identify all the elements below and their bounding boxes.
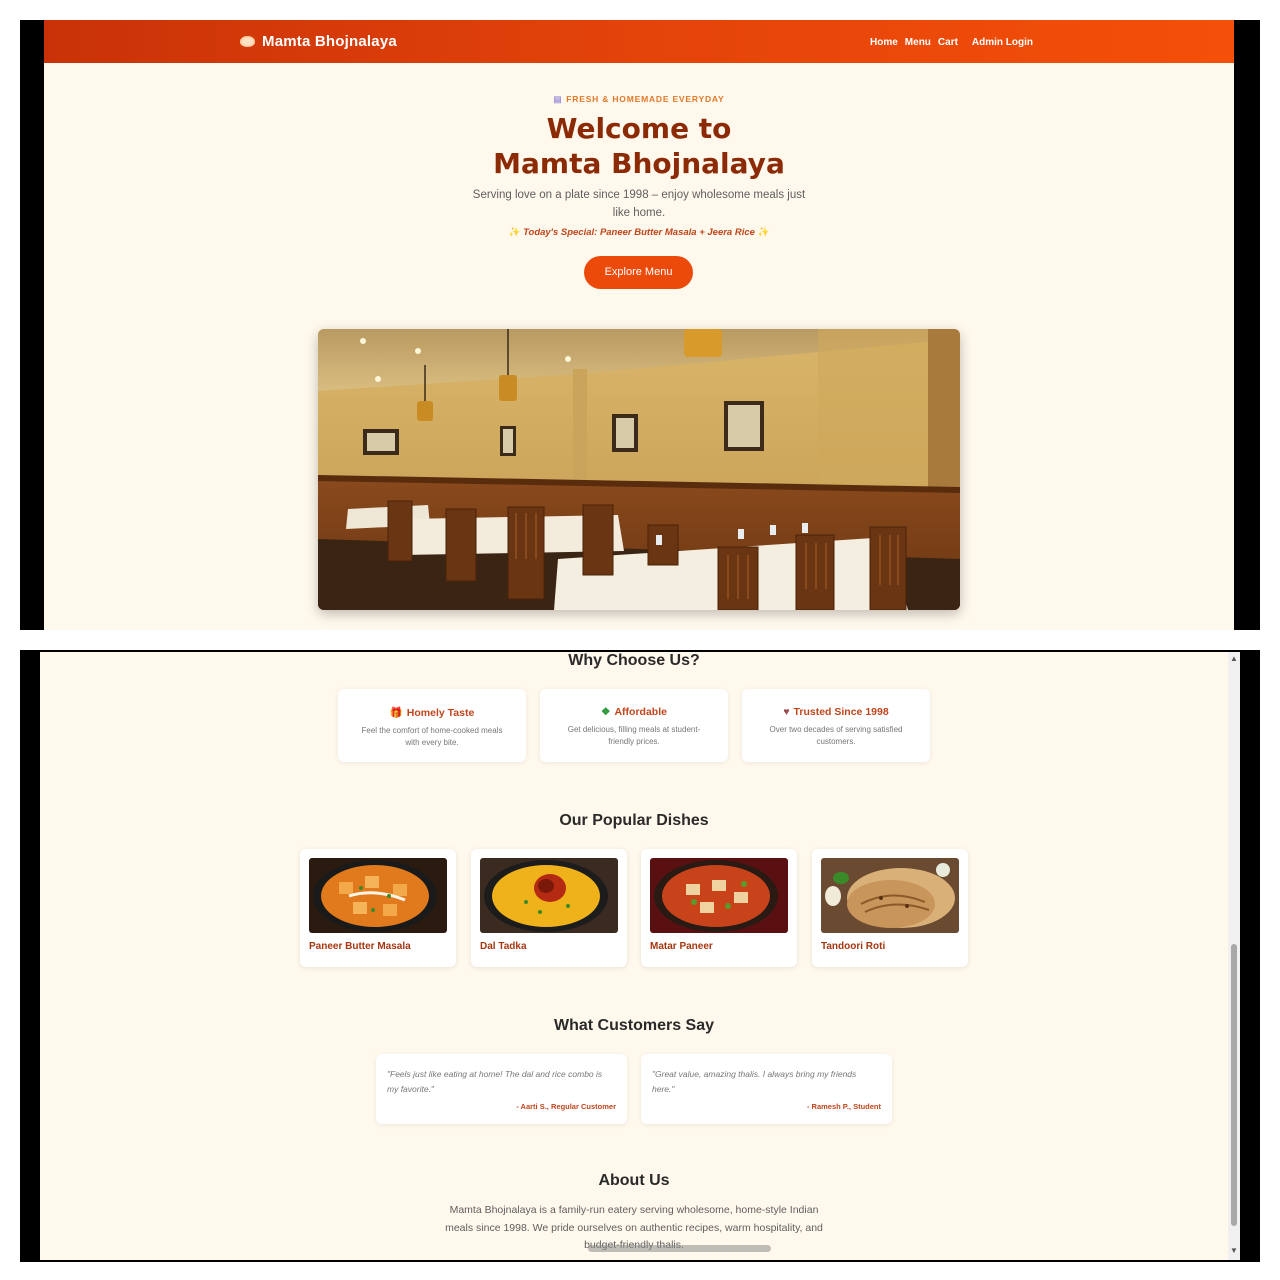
testimonial-card: "Great value, amazing thalis. I always b… [641, 1054, 892, 1124]
landing-page-bottom: Why Choose Us? 🎁 Homely Taste Feel the co… [40, 652, 1228, 1260]
feature-card-homely-taste: 🎁 Homely Taste Feel the comfort of home-c… [338, 689, 526, 762]
brand-name: Mamta Bhojnalaya [262, 33, 397, 50]
dish-card-matar-paneer[interactable]: Matar Paneer [641, 849, 797, 967]
why-choose-us-title: Why Choose Us? [568, 652, 700, 669]
home-indicator [588, 1245, 771, 1252]
heart-icon: ♥ [783, 706, 790, 718]
popular-dishes-title: Our Popular Dishes [559, 812, 709, 829]
bowl-icon [240, 36, 255, 47]
hero-title-line2: Mamta Bhojnalaya [493, 147, 785, 180]
feature-title: 🎁 Homely Taste [338, 706, 526, 719]
gift-icon: 🎁 [389, 707, 403, 719]
screenshot-bottom-panel: Why Choose Us? 🎁 Homely Taste Feel the co… [20, 650, 1260, 1262]
hero-badge: ▤ FRESH & HOMEMADE EVERYDAY [44, 94, 1234, 105]
dish-name: Dal Tadka [480, 941, 527, 952]
feature-card-affordable: ❖ Affordable Get delicious, filling meals… [540, 689, 728, 762]
testimonial-author: - Aarti S., Regular Customer [516, 1102, 616, 1111]
feature-desc: Over two decades of serving satisfied cu… [769, 725, 903, 746]
todays-special-text: Today's Special: Paneer Butter Masala + … [523, 227, 755, 238]
sparkle-icon: ✨ [757, 227, 770, 238]
todays-special: ✨ Today's Special: Paneer Butter Masala … [44, 227, 1234, 238]
feature-title-text: Affordable [614, 706, 667, 718]
scroll-up-arrow-icon[interactable]: ▲ [1230, 654, 1238, 663]
dish-name: Tandoori Roti [821, 941, 886, 952]
screenshot-top-panel: Mamta Bhojnalaya Home Menu Cart Admin Lo… [20, 20, 1260, 630]
dish-image [650, 858, 788, 933]
dish-name: Matar Paneer [650, 941, 713, 952]
about-us-title: About Us [598, 1172, 670, 1189]
dish-card-paneer-butter-masala[interactable]: Paneer Butter Masala [300, 849, 456, 967]
dish-name: Paneer Butter Masala [309, 941, 411, 952]
bowl-icon: ▤ [553, 94, 563, 104]
navbar: Mamta Bhojnalaya Home Menu Cart Admin Lo… [44, 20, 1234, 63]
feature-title-text: Trusted Since 1998 [793, 706, 889, 718]
feature-title: ♥ Trusted Since 1998 [742, 706, 930, 718]
testimonial-card: "Feels just like eating at home! The dal… [376, 1054, 627, 1124]
brand-logo[interactable]: Mamta Bhojnalaya [240, 33, 397, 50]
dish-image [309, 858, 447, 933]
nav-links: Home Menu Cart Admin Login [870, 37, 1040, 48]
money-icon: ❖ [601, 706, 611, 718]
dish-card-dal-tadka[interactable]: Dal Tadka [471, 849, 627, 967]
feature-desc: Feel the comfort of home-cooked meals wi… [361, 726, 503, 747]
testimonial-author: - Ramesh P., Student [806, 1102, 881, 1111]
sparkle-icon: ✨ [508, 227, 521, 238]
dish-image [480, 858, 618, 933]
nav-cart-link[interactable]: Cart [938, 37, 958, 48]
explore-menu-button[interactable]: Explore Menu [584, 256, 693, 289]
dish-image [821, 858, 959, 933]
scroll-down-arrow-icon[interactable]: ▼ [1230, 1246, 1238, 1255]
vertical-scrollbar[interactable]: ▲ ▼ [1228, 652, 1240, 1260]
feature-title: ❖ Affordable [540, 706, 728, 718]
landing-page-top: Mamta Bhojnalaya Home Menu Cart Admin Lo… [44, 20, 1234, 630]
nav-menu-link[interactable]: Menu [905, 37, 931, 48]
testimonial-quote: "Feels just like eating at home! The dal… [387, 1069, 603, 1094]
scrollbar-thumb[interactable] [1231, 944, 1237, 1226]
restaurant-interior-image [318, 329, 960, 610]
dish-card-tandoori-roti[interactable]: Tandoori Roti [812, 849, 968, 967]
testimonials-title: What Customers Say [553, 1017, 715, 1034]
nav-admin-login-link[interactable]: Admin Login [972, 37, 1033, 48]
feature-title-text: Homely Taste [406, 707, 475, 719]
feature-desc: Get delicious, filling meals at student-… [567, 725, 701, 746]
hero-subtitle: Serving love on a plate since 1998 – enj… [472, 189, 806, 219]
feature-card-trusted: ♥ Trusted Since 1998 Over two decades of … [742, 689, 930, 762]
hero-badge-text: FRESH & HOMEMADE EVERYDAY [566, 94, 725, 104]
window-edge [1234, 20, 1260, 630]
hero-title-line1: Welcome to [546, 112, 732, 145]
nav-home-link[interactable]: Home [870, 37, 898, 48]
hero-title: Welcome to Mamta Bhojnalaya [44, 111, 1234, 181]
testimonial-quote: "Great value, amazing thalis. I always b… [652, 1069, 857, 1094]
